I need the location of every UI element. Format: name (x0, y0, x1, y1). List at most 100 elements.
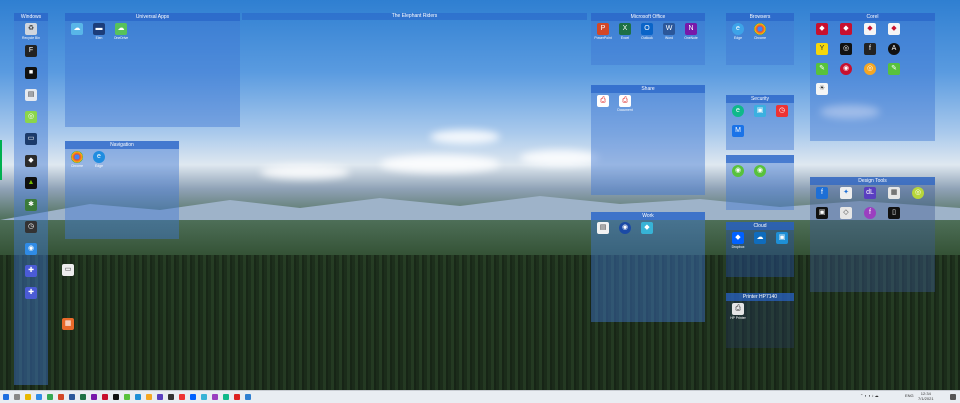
fence-security[interactable]: Security e ▣ ◷ M (726, 95, 794, 150)
app-icon[interactable]: ◆ (635, 222, 659, 234)
taskbar-app-icon[interactable] (80, 394, 86, 400)
fence-windows[interactable]: Windows ♻ Recycle Bin F ■ ▤ ◎ ▭ ◆ ▲ ✱ ◷ ◉… (14, 13, 48, 385)
taskbar-app-icon[interactable] (69, 394, 75, 400)
app-icon[interactable]: ✚ (19, 287, 43, 299)
fence-universal-apps[interactable]: Universal Apps ☁ ▬ Elen ☁ OneDrive (65, 13, 240, 127)
pdf-icon[interactable]: ⎙ Document (613, 95, 637, 112)
search-icon[interactable] (14, 394, 20, 400)
app-icon[interactable]: Y (810, 43, 834, 55)
app-icon[interactable]: f (858, 43, 882, 55)
app-icon[interactable]: ▣ (770, 232, 794, 244)
onedrive-icon[interactable]: ☁ (748, 232, 772, 244)
taskbar-app-icon[interactable] (234, 394, 240, 400)
taskbar-app-icon[interactable] (91, 394, 97, 400)
onenote-icon[interactable]: N OneNote (679, 23, 703, 40)
fence-work[interactable]: Work ▤ ◉ ◆ (591, 212, 705, 322)
taskbar-app-icon[interactable] (36, 394, 42, 400)
file-explorer-icon[interactable] (25, 394, 31, 400)
taskbar-app-icon[interactable] (179, 394, 185, 400)
taskbar-app-icon[interactable] (223, 394, 229, 400)
clock[interactable]: 12:34 7/1/2021 (918, 391, 934, 401)
fence-browsers[interactable]: Browsers e Edge Chrome (726, 13, 794, 65)
edge-icon[interactable]: e Edge (87, 151, 111, 168)
fence-design-tools[interactable]: Design Tools f ✦ dL ▦ ◎ ▣ ◇ f ▯ (810, 177, 935, 292)
recycle-bin-icon[interactable]: ♻ Recycle Bin (19, 23, 43, 40)
fence-microsoft-office[interactable]: Microsoft Office P PowerPoint X Excel O Out… (591, 13, 705, 65)
fence-share[interactable]: Share ⎙ ⎙ Document (591, 85, 705, 195)
app-icon[interactable]: ◉ (19, 243, 43, 255)
app-icon[interactable]: ▬ Elen (87, 23, 111, 40)
tray-icons[interactable]: ⌃ ◐ ◑ ♪ ☁ (860, 393, 879, 398)
app-icon[interactable]: ◉ (834, 63, 858, 75)
taskbar-app-icon[interactable] (146, 394, 152, 400)
fence-printer[interactable]: Printer HP7140 ⎙ HP Printer (726, 293, 794, 348)
app-icon[interactable]: ▭ (56, 264, 80, 276)
app-icon[interactable]: f (858, 207, 882, 219)
pdf-icon[interactable]: ⎙ (591, 95, 615, 107)
app-icon[interactable]: ▤ (591, 222, 615, 234)
language-indicator[interactable]: ENG (905, 393, 914, 398)
side-tab-indicator[interactable] (0, 140, 2, 180)
app-icon[interactable]: f (810, 187, 834, 199)
fence-navigation[interactable]: Navigation Chrome e Edge (65, 141, 179, 239)
outlook-icon[interactable]: O Outlook (635, 23, 659, 40)
app-icon[interactable]: ◎ (834, 43, 858, 55)
taskbar-app-icon[interactable] (135, 394, 141, 400)
app-icon[interactable]: ◉ (748, 165, 772, 177)
app-icon[interactable]: ☀ (810, 83, 834, 95)
taskbar-app-icon[interactable] (190, 394, 196, 400)
app-icon[interactable]: ◆ (858, 23, 882, 35)
taskbar-app-icon[interactable] (168, 394, 174, 400)
notifications-icon[interactable] (950, 394, 956, 400)
app-icon[interactable]: e (726, 105, 750, 117)
app-icon[interactable]: ▲ (19, 177, 43, 189)
taskbar-app-icon[interactable] (113, 394, 119, 400)
chrome-icon[interactable]: Chrome (748, 23, 772, 40)
fence-green[interactable]: ◉ ◉ (726, 155, 794, 210)
app-icon[interactable]: ◷ (770, 105, 794, 117)
dropbox-icon[interactable]: ◆ Dropbox (726, 232, 750, 249)
app-icon[interactable]: ✎ (882, 63, 906, 75)
onedrive-icon[interactable]: ☁ OneDrive (109, 23, 133, 40)
app-icon[interactable]: ◎ (906, 187, 930, 199)
app-icon[interactable]: dL (858, 187, 882, 199)
fence-corel[interactable]: Corel ◆ ◆ ◆ ◆ Y ◎ f A ✎ ◉ ◎ ✎ ☀ (810, 13, 935, 141)
powerpoint-icon[interactable]: P PowerPoint (591, 23, 615, 40)
app-icon[interactable]: ✱ (19, 199, 43, 211)
app-icon[interactable]: ▤ (19, 89, 43, 101)
app-icon[interactable]: ◆ (810, 23, 834, 35)
taskbar-app-icon[interactable] (212, 394, 218, 400)
word-icon[interactable]: W Word (657, 23, 681, 40)
malwarebytes-icon[interactable]: M (726, 125, 750, 137)
app-icon[interactable]: ▯ (882, 207, 906, 219)
app-icon[interactable]: ◇ (834, 207, 858, 219)
app-icon[interactable]: ◆ (882, 23, 906, 35)
fence-cloud[interactable]: Cloud ◆ Dropbox ☁ ▣ (726, 222, 794, 277)
app-icon[interactable]: F (19, 45, 43, 57)
chrome-icon[interactable]: Chrome (65, 151, 89, 168)
edge-icon[interactable]: e Edge (726, 23, 750, 40)
app-icon[interactable]: ■ (19, 67, 43, 79)
app-icon[interactable]: ✦ (834, 187, 858, 199)
app-icon[interactable]: ▦ (882, 187, 906, 199)
taskbar-app-icon[interactable] (201, 394, 207, 400)
app-icon[interactable]: ◎ (858, 63, 882, 75)
app-icon[interactable]: ◎ (19, 111, 43, 123)
excel-icon[interactable]: X Excel (613, 23, 637, 40)
app-icon[interactable]: ✚ (19, 265, 43, 277)
taskbar-app-icon[interactable] (58, 394, 64, 400)
taskbar-app-icon[interactable] (124, 394, 130, 400)
app-icon[interactable]: ◉ (613, 222, 637, 234)
app-icon[interactable]: A (882, 43, 906, 55)
app-icon[interactable]: ☁ (65, 23, 89, 35)
app-icon[interactable]: ✎ (810, 63, 834, 75)
app-icon[interactable]: ▣ (810, 207, 834, 219)
printer-icon[interactable]: ⎙ HP Printer (726, 303, 750, 320)
app-icon[interactable]: ◷ (19, 221, 43, 233)
app-icon[interactable]: ▣ (748, 105, 772, 117)
start-button[interactable] (3, 394, 9, 400)
taskbar-app-icon[interactable] (245, 394, 251, 400)
taskbar-app-icon[interactable] (102, 394, 108, 400)
taskbar-app-icon[interactable] (47, 394, 53, 400)
app-icon[interactable]: ◉ (726, 165, 750, 177)
